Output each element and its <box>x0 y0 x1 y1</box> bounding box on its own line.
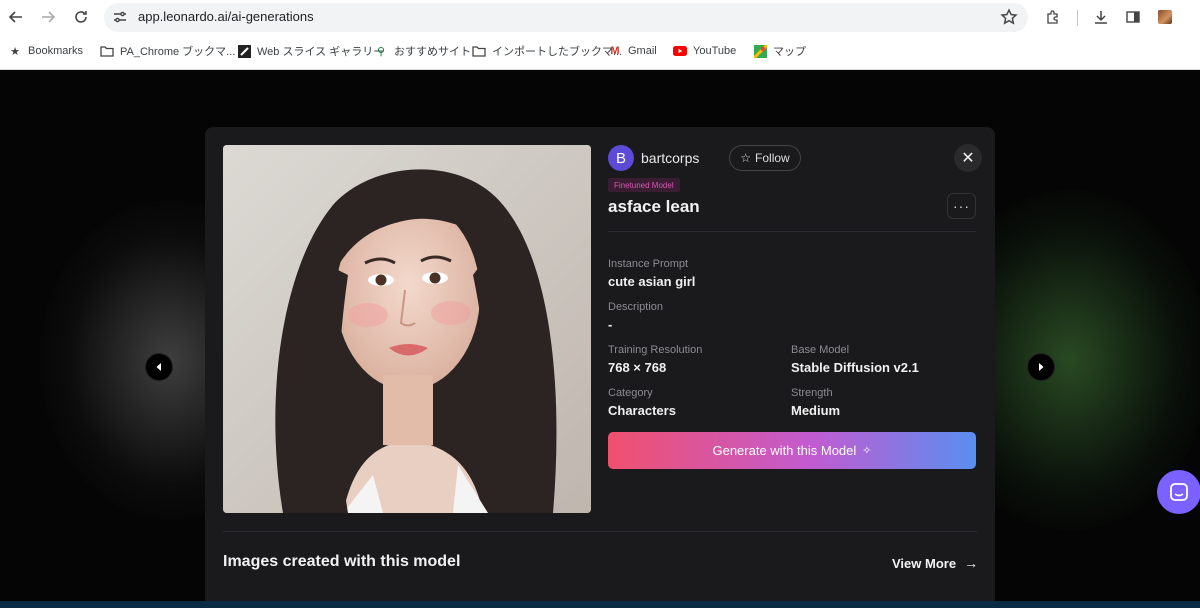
next-button[interactable] <box>1027 353 1055 381</box>
extensions-icon[interactable] <box>1043 7 1063 27</box>
instance-prompt-value: cute asian girl <box>608 274 696 289</box>
bookmark-item[interactable]: マップ <box>753 42 806 60</box>
folder-icon <box>472 44 486 58</box>
images-section-title: Images created with this model <box>223 553 461 570</box>
search-icon: ⚲ <box>376 45 386 58</box>
bookmark-item[interactable]: M Gmail <box>608 42 657 60</box>
web-slice-icon <box>237 44 251 58</box>
description-value: - <box>608 317 613 332</box>
bookmark-label: PA_Chrome ブックマ... <box>120 46 236 58</box>
reload-button[interactable] <box>69 5 93 29</box>
bookmark-label: Bookmarks <box>28 45 84 57</box>
bookmark-item[interactable]: Web スライス ギャラリー <box>237 42 384 60</box>
toolbar-separator <box>1077 10 1078 26</box>
instance-prompt-label: Instance Prompt <box>608 258 689 270</box>
view-more-link[interactable]: View More → <box>892 555 978 571</box>
previous-button[interactable] <box>145 353 173 381</box>
model-preview-image <box>223 145 591 513</box>
arrow-right-icon: → <box>964 555 979 571</box>
ellipsis-icon: ··· <box>953 198 970 214</box>
generate-label: Generate with this Model <box>712 443 857 458</box>
bookmark-star-icon[interactable] <box>1000 8 1018 26</box>
caret-left-icon <box>156 363 161 371</box>
training-resolution-label: Training Resolution <box>608 344 703 356</box>
bookmark-label: Web スライス ギャラリー <box>257 46 385 58</box>
back-button[interactable] <box>4 5 28 29</box>
bookmark-item[interactable]: インポートしたブックマ... <box>472 42 622 60</box>
address-bar[interactable]: app.leonardo.ai/ai-generations <box>104 3 1028 32</box>
close-button[interactable]: ✕ <box>954 144 982 172</box>
maps-icon <box>753 44 767 58</box>
follow-label: Follow <box>755 151 790 165</box>
bookmark-item[interactable]: PA_Chrome ブックマ... <box>100 42 235 60</box>
portrait-illustration <box>223 145 591 513</box>
back-arrow-icon <box>8 11 22 23</box>
bookmark-label: マップ <box>773 46 806 58</box>
youtube-icon <box>673 44 687 58</box>
bookmark-item[interactable]: YouTube <box>673 42 736 60</box>
category-label: Category <box>608 387 653 399</box>
gmail-icon: M <box>610 45 620 57</box>
generate-with-model-button[interactable]: Generate with this Model ✧ <box>608 432 976 469</box>
url-text[interactable]: app.leonardo.ai/ai-generations <box>138 9 314 24</box>
user-avatar[interactable]: B <box>608 145 634 171</box>
side-panel-icon[interactable] <box>1123 7 1143 27</box>
browser-chrome: app.leonardo.ai/ai-generations ★ Bookmar… <box>0 0 1200 70</box>
star-icon: ★ <box>10 45 20 58</box>
bookmark-label: YouTube <box>693 45 737 57</box>
divider <box>608 231 976 232</box>
bookmark-label: インポートしたブックマ... <box>492 46 623 58</box>
bookmark-label: おすすめサイト <box>394 46 471 58</box>
forward-button[interactable] <box>36 5 60 29</box>
taskbar-strip <box>0 601 1200 608</box>
follow-button[interactable]: ☆ Follow <box>729 145 801 171</box>
divider <box>223 531 977 532</box>
close-icon: ✕ <box>961 150 975 167</box>
base-model-value: Stable Diffusion v2.1 <box>791 360 919 375</box>
model-title: asface lean <box>608 197 700 216</box>
strength-value: Medium <box>791 403 841 418</box>
page-background: B bartcorps ☆ Follow ✕ Finetuned Model a… <box>0 70 1200 608</box>
model-detail-modal: B bartcorps ☆ Follow ✕ Finetuned Model a… <box>205 127 995 608</box>
bookmark-item[interactable]: ⚲ おすすめサイト <box>374 42 471 60</box>
forward-arrow-icon <box>42 11 56 23</box>
bookmark-label: Gmail <box>628 45 657 57</box>
description-label: Description <box>608 301 664 313</box>
caret-right-icon <box>1039 363 1044 371</box>
username[interactable]: bartcorps <box>641 150 699 166</box>
reload-icon <box>75 11 87 23</box>
base-model-label: Base Model <box>791 344 850 356</box>
bookmark-item[interactable]: ★ Bookmarks <box>8 42 83 60</box>
profile-avatar[interactable] <box>1158 10 1172 24</box>
folder-icon <box>100 44 114 58</box>
chat-icon <box>1170 483 1188 501</box>
browser-toolbar: app.leonardo.ai/ai-generations <box>0 0 1200 36</box>
strength-label: Strength <box>791 387 833 399</box>
training-resolution-value: 768 × 768 <box>608 360 667 375</box>
chat-support-button[interactable] <box>1157 470 1200 514</box>
category-value: Characters <box>608 403 676 418</box>
download-icon[interactable] <box>1091 7 1111 27</box>
star-outline-icon: ☆ <box>740 151 752 165</box>
sparkle-icon: ✧ <box>862 445 872 457</box>
view-more-label: View More <box>892 555 957 571</box>
bookmarks-bar: ★ Bookmarks PA_Chrome ブックマ... Web スライス ギ… <box>0 38 1200 64</box>
site-settings-icon[interactable] <box>112 9 128 25</box>
model-type-badge: Finetuned Model <box>608 178 680 192</box>
more-options-button[interactable]: ··· <box>947 193 976 219</box>
